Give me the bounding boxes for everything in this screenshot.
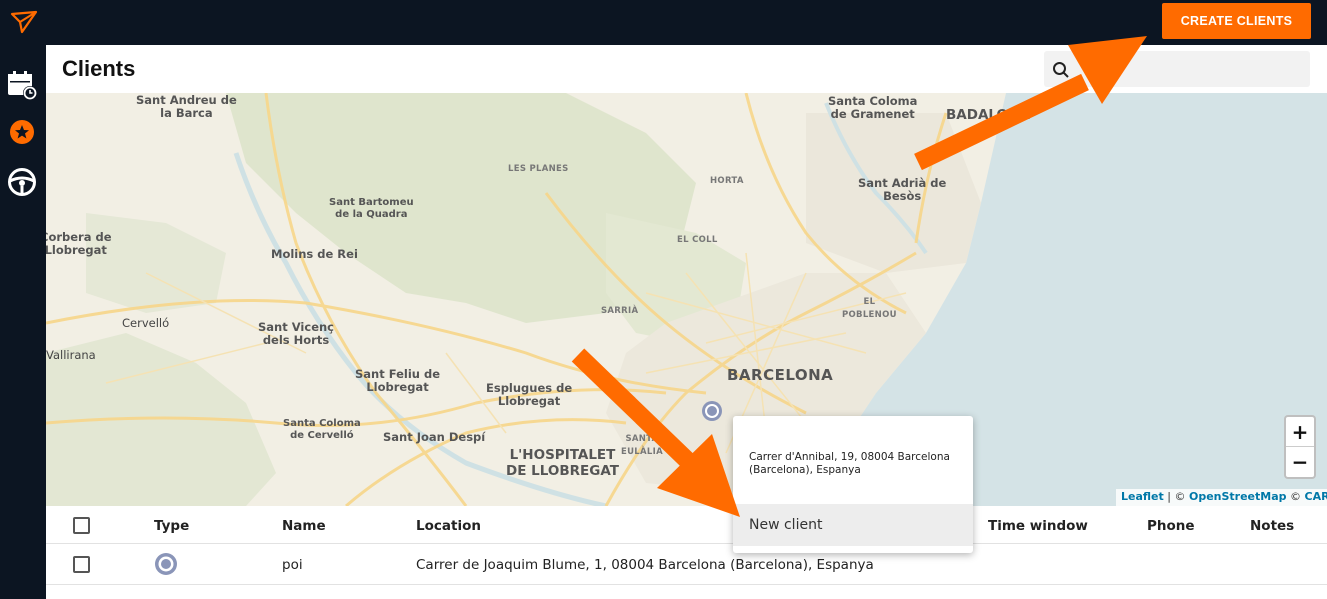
map-label: Corbera de Llobregat [46,230,112,257]
zoom-out-button[interactable]: − [1286,447,1314,477]
map-label: LES PLANES [508,164,569,174]
map-popup: Carrer d'Annibal, 19, 08004 Barcelona (B… [733,416,973,553]
calendar-clock-icon[interactable] [6,69,38,101]
map-label: Sant Andreu de la Barca [136,93,237,120]
map[interactable]: Sant Andreu de la Barca Santa Coloma de Gr… [46,93,1327,506]
column-header-type[interactable]: Type [154,518,189,534]
map-label: Sant Vicenç dels Horts [258,320,334,347]
carto-link[interactable]: CARTO [1305,490,1327,503]
map-label: Santa Coloma de Cervelló [283,418,361,441]
row-location: Carrer de Joaquim Blume, 1, 08004 Barcel… [416,557,874,573]
column-header-notes[interactable]: Notes [1250,518,1294,534]
sidebar [0,45,46,599]
page-header: Clients [46,45,1327,93]
map-label: EL POBLENOU [842,297,897,320]
map-attribution: Leaflet | © OpenStreetMap © CARTO [1116,489,1327,506]
page-title: Clients [62,56,136,81]
create-clients-button[interactable]: CREATE CLIENTS [1162,3,1311,39]
map-label: Esplugues de Llobregat [486,381,573,408]
row-name: poi [282,557,303,573]
map-label: SANTA EULÀLIA [621,434,663,457]
map-label: BADALONA [946,107,1030,123]
search-input[interactable] [1044,51,1310,87]
map-label: Sant Joan Despí [383,430,486,444]
top-bar: CREATE CLIENTS [0,0,1327,45]
column-header-phone[interactable]: Phone [1147,518,1195,534]
table-row[interactable]: poi Carrer de Joaquim Blume, 1, 08004 Ba… [46,544,1327,585]
column-header-name[interactable]: Name [282,518,326,534]
column-header-time-window[interactable]: Time window [988,518,1088,534]
star-pin-icon[interactable] [6,117,38,149]
search-icon [1053,62,1069,78]
zoom-control: + − [1284,415,1316,479]
openstreetmap-link[interactable]: OpenStreetMap [1189,490,1287,503]
leaflet-link[interactable]: Leaflet [1121,490,1164,503]
column-header-location[interactable]: Location [416,518,481,534]
map-label: L'HOSPITALET DE LLOBREGAT [506,447,619,479]
attribution-separator: © [1286,490,1305,503]
map-label: Santa Coloma de Gramenet [828,94,918,121]
map-label: Sant Bartomeu de la Quadra [329,197,414,220]
map-label: Molins de Rei [271,247,358,261]
new-client-button[interactable]: New client [733,504,973,546]
zoom-in-button[interactable]: + [1286,417,1314,447]
table-header: Type Name Location Time window Phone Not… [46,506,1327,544]
location-marker-icon[interactable] [701,400,723,422]
row-checkbox[interactable] [73,556,90,573]
map-label: Vallirana [46,348,96,362]
map-label: EL COLL [677,235,718,245]
attribution-separator: | © [1163,490,1189,503]
map-label: BARCELONA [727,366,834,384]
map-label: Sant Feliu de Llobregat [355,367,441,394]
map-tiles [46,93,1327,506]
map-label: Sant Adrià de Besòs [858,176,947,203]
popup-address: Carrer d'Annibal, 19, 08004 Barcelona (B… [749,451,950,476]
map-label: SARRIÀ [601,306,639,316]
select-all-checkbox[interactable] [73,517,90,534]
steering-wheel-icon[interactable] [6,166,38,198]
map-label: HORTA [710,176,744,186]
poi-icon [155,553,177,575]
map-label: Cervelló [122,316,170,330]
paper-plane-logo-icon[interactable] [8,8,38,36]
